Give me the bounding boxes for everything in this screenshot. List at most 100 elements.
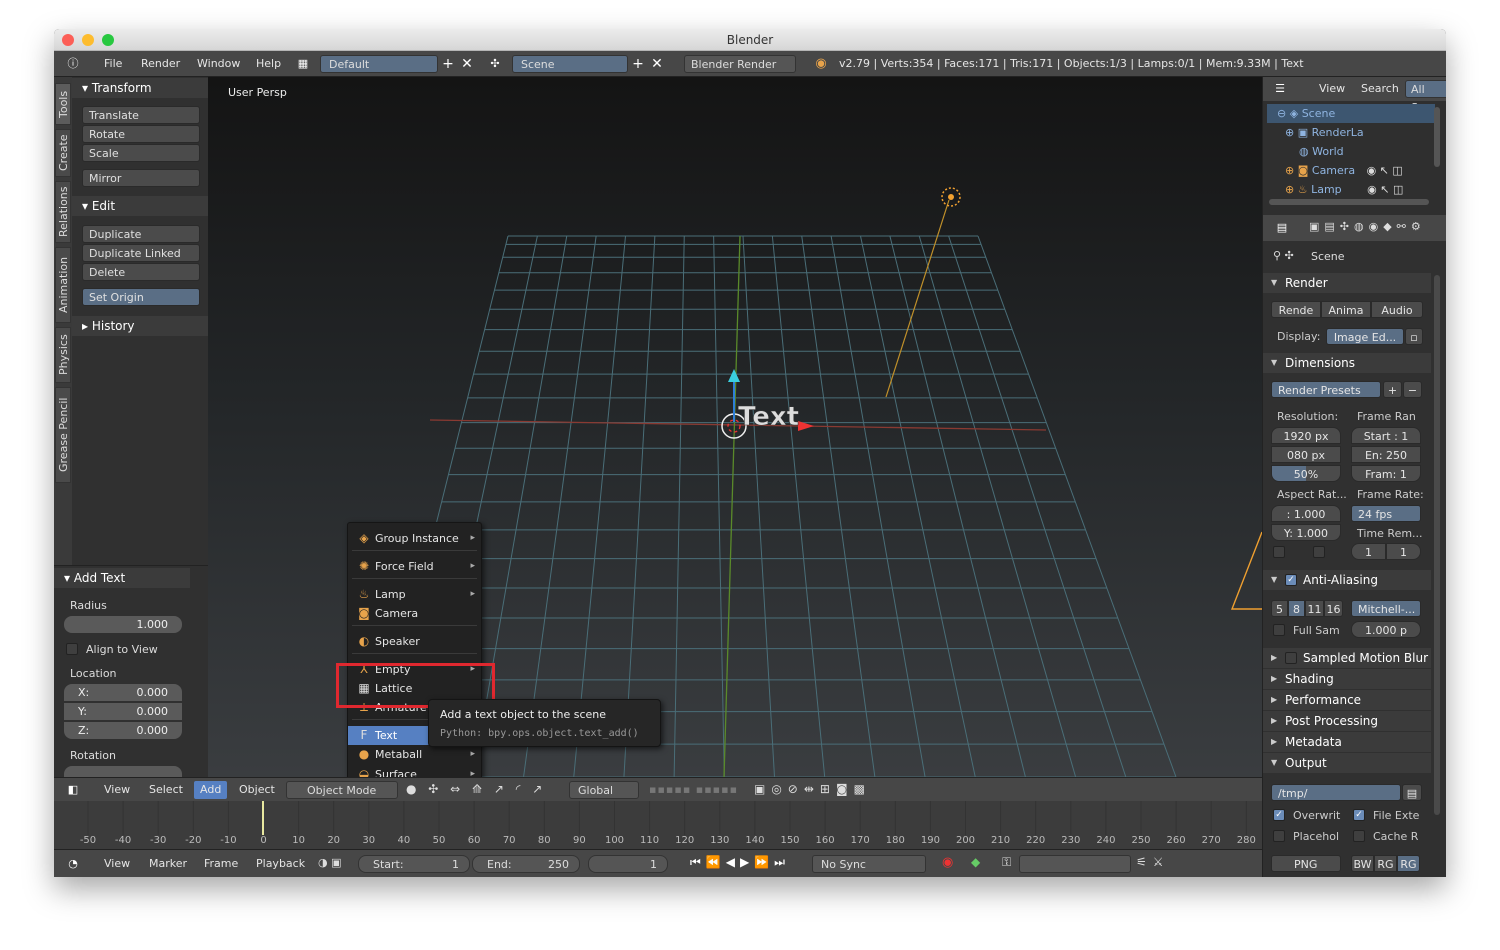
z-arrow-head-icon[interactable] [728,369,740,382]
camera-object-icon[interactable] [1230,531,1262,610]
start-frame-field[interactable]: Start: 1 [358,855,470,873]
viewport-menu-view[interactable]: View [104,778,130,802]
anti-aliasing-checkbox[interactable]: ✓ [1285,574,1297,586]
close-window-button[interactable] [62,34,74,46]
set-origin-select[interactable]: Set Origin [82,288,200,306]
end-frame-field[interactable]: End: 250 [472,855,580,873]
frame-step-field[interactable]: Fram: 1 [1351,465,1421,482]
add-menu-item-lamp[interactable]: ♨ Lamp ▸ [348,585,481,604]
metadata-header[interactable]: ▶ Metadata [1263,732,1431,752]
align-to-view-checkbox[interactable] [66,643,78,655]
tab-physics[interactable]: Physics [55,327,71,383]
add-text-header[interactable]: ▾ Add Text [54,568,190,588]
sampled-motion-blur-header[interactable]: ▶ Sampled Motion Blur [1263,648,1431,668]
rotate-button[interactable]: Rotate [82,125,200,143]
properties-context-icons[interactable]: ▣▤✣◍◉◆⚯⚙ [1309,220,1426,233]
color-rgba-button[interactable]: RG [1397,855,1420,872]
aa-samples-16[interactable]: 16 [1324,600,1343,617]
keying-set-field[interactable] [1019,855,1131,873]
menu-render[interactable]: Render [141,51,180,77]
add-screen-icon[interactable]: + [439,55,457,73]
timeline-menu-playback[interactable]: Playback [256,852,305,876]
sync-mode-select[interactable]: No Sync [812,855,926,873]
placeholders-checkbox[interactable] [1273,830,1285,842]
aa-filter-select[interactable]: Mitchell-... [1351,600,1421,617]
add-menu-item-speaker[interactable]: ◐ Speaker [348,632,481,651]
record-icon[interactable]: ◉ [942,855,953,870]
keying-set-icon[interactable]: ⚿ [1002,855,1011,870]
transform-panel-header[interactable]: ▾ Transform [72,78,208,98]
performance-header[interactable]: ▶ Performance [1263,690,1431,710]
render-engine-select[interactable]: Blender Render [684,55,796,73]
lamp-visibility-icons[interactable]: ◉ ↖ ◫ [1345,183,1403,196]
timeline-area[interactable]: -50 -40 -30 -20 -10 0 10 20 30 40 50 60 70 80 90 100 110… [54,801,1262,849]
cache-result-checkbox[interactable] [1353,830,1365,842]
duplicate-linked-button[interactable]: Duplicate Linked [82,244,200,262]
translate-button[interactable]: Translate [82,106,200,124]
add-menu-item-group-instance[interactable]: ◈ Group Instance ▸ [348,529,481,548]
shading-header[interactable]: ▶ Shading [1263,669,1431,689]
edit-panel-header[interactable]: ▾ Edit [72,196,208,216]
remove-preset-icon[interactable]: − [1403,381,1422,398]
outliner-editor-icon[interactable]: ☰ [1271,80,1289,98]
display-select[interactable]: Image Ed... [1326,328,1404,345]
motion-blur-checkbox[interactable] [1285,652,1297,664]
location-y-field[interactable]: Y: 0.000 [64,703,182,720]
display-window-icon[interactable]: ▫ [1405,328,1423,345]
render-animation-button[interactable]: Anima [1321,301,1371,318]
mirror-button[interactable]: Mirror [82,169,200,187]
viewport-menu-select[interactable]: Select [149,778,183,802]
frame-start-field[interactable]: Start : 1 [1351,427,1421,444]
delete-button[interactable]: Delete [82,263,200,281]
timeline-menu-frame[interactable]: Frame [204,852,238,876]
anti-aliasing-panel-header[interactable]: ▼ ✓ Anti-Aliasing [1263,570,1431,590]
color-rgb-button[interactable]: RG [1374,855,1397,872]
resolution-percent-slider[interactable]: 50% [1271,465,1341,482]
resolution-y-field[interactable]: 080 px [1271,446,1341,463]
aa-samples-8[interactable]: 8 [1288,600,1305,617]
screen-layout-field[interactable]: Default [320,55,438,73]
history-panel-header[interactable]: ▸ History [72,316,208,336]
mode-select[interactable]: Object Mode [286,781,398,799]
output-panel-header[interactable]: ▼ Output [1263,753,1431,773]
scale-button[interactable]: Scale [82,144,200,162]
aspect-x-field[interactable]: : 1.000 [1271,505,1341,522]
outliner-row-scene[interactable]: ⊖ ◈ Scene [1267,104,1435,123]
playback-controls-icons[interactable]: ⏮⏪◀▶⏩⏭ [690,855,790,870]
transform-orientation-select[interactable]: Global [569,781,639,799]
tab-grease-pencil[interactable]: Grease Pencil [55,387,71,483]
border-checkbox[interactable] [1273,546,1285,558]
outliner-filter-select[interactable]: All Sce [1405,80,1446,114]
outliner-vscrollbar[interactable] [1434,107,1440,167]
screen-layout-icon[interactable]: ▦ [294,55,312,73]
zoom-window-button[interactable] [102,34,114,46]
resolution-x-field[interactable]: 1920 px [1271,427,1341,444]
remove-scene-icon[interactable]: ✕ [648,55,666,73]
location-x-field[interactable]: X: 0.000 [64,684,182,701]
text-object[interactable]: Text [738,402,800,433]
tab-tools[interactable]: Tools [55,83,71,125]
scene-field[interactable]: Scene [512,55,628,73]
menu-window[interactable]: Window [197,51,240,77]
outliner-hscrollbar[interactable] [1269,199,1429,205]
add-menu-item-force-field[interactable]: ✺ Force Field ▸ [348,557,481,576]
outliner-row-camera[interactable]: ⊕ ◙ Camera ◉ ↖ ◫ [1285,161,1446,180]
timeline-menu-marker[interactable]: Marker [149,852,187,876]
timeline-menu-view[interactable]: View [104,852,130,876]
current-frame-field[interactable]: 1 [588,855,668,873]
outliner-menu-search[interactable]: Search [1361,77,1399,101]
range-lock-icons[interactable]: ◑ ▣ [318,856,342,869]
time-remap-old-field[interactable]: 1 [1351,543,1386,560]
outliner-row-lamp[interactable]: ⊕ ♨ Lamp ◉ ↖ ◫ [1285,180,1446,199]
menu-help[interactable]: Help [256,51,281,77]
add-scene-icon[interactable]: + [629,55,647,73]
tab-relations[interactable]: Relations [55,181,71,243]
file-format-select[interactable]: PNG [1271,855,1341,872]
render-audio-button[interactable]: Audio [1371,301,1423,318]
color-bw-button[interactable]: BW [1351,855,1374,872]
camera-visibility-icons[interactable]: ◉ ↖ ◫ [1359,164,1403,177]
insert-delete-keyframe-icons[interactable]: ⚟⚔ [1136,855,1170,869]
frame-end-field[interactable]: En: 250 [1351,446,1421,463]
browse-folder-icon[interactable]: ▤ [1402,784,1422,801]
location-z-field[interactable]: Z: 0.000 [64,722,182,739]
